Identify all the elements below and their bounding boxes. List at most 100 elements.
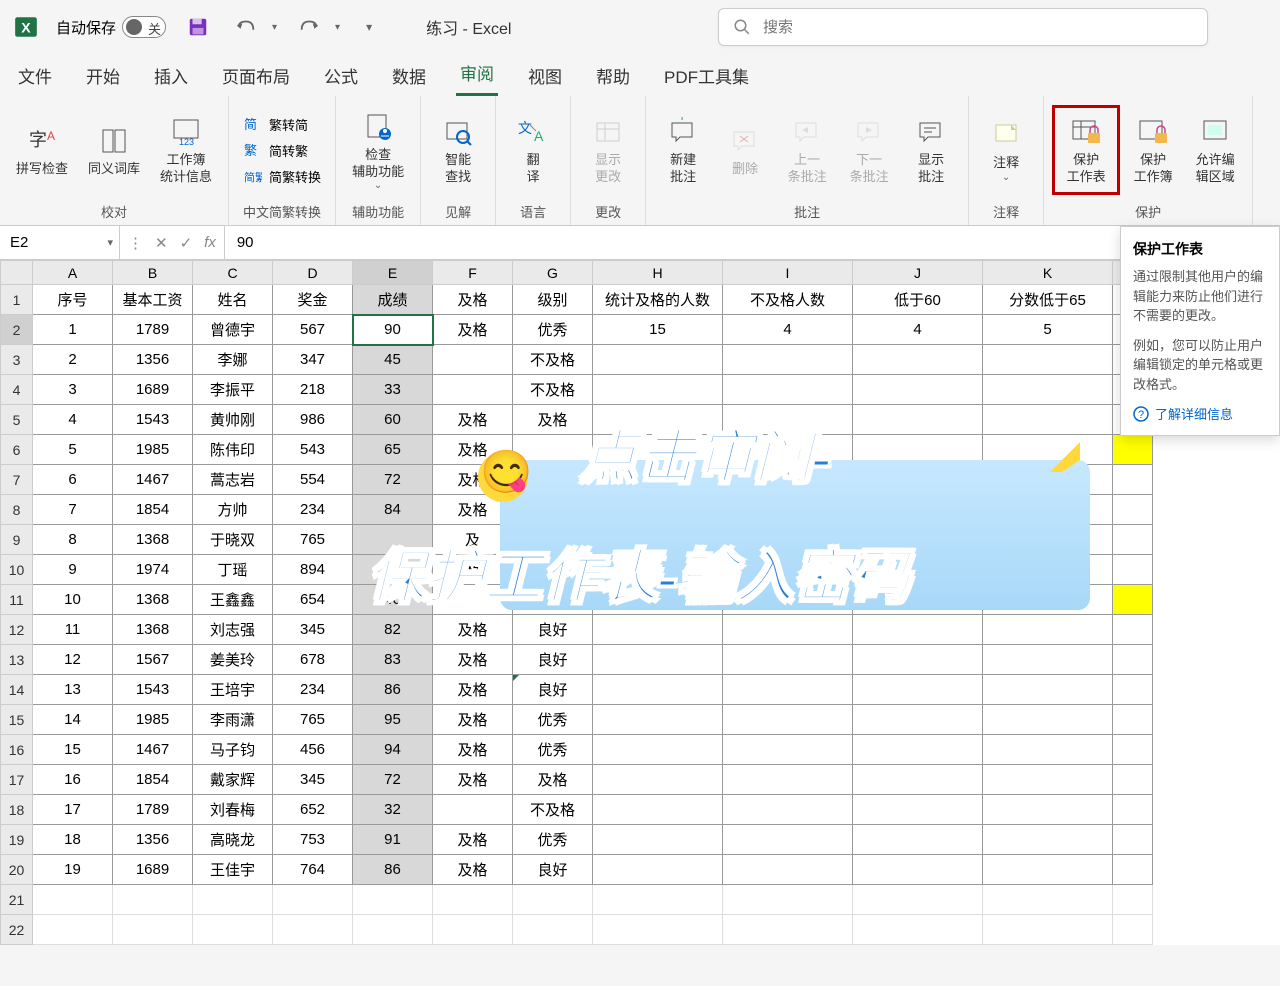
cell[interactable] xyxy=(433,795,513,825)
smart-lookup-button[interactable]: 智能 查找 xyxy=(429,110,487,190)
cell[interactable] xyxy=(853,345,983,375)
cell[interactable] xyxy=(983,765,1113,795)
tab-帮助[interactable]: 帮助 xyxy=(592,55,634,96)
cell[interactable]: 及格 xyxy=(433,675,513,705)
cell[interactable]: 不及格 xyxy=(513,795,593,825)
notes-button[interactable]: 注释⌄ xyxy=(977,113,1035,187)
cell[interactable]: 90 xyxy=(353,315,433,345)
column-header[interactable]: E xyxy=(353,261,433,285)
column-header[interactable]: I xyxy=(723,261,853,285)
search-input[interactable] xyxy=(763,19,1193,36)
header-cell[interactable]: 统计及格的人数 xyxy=(593,285,723,315)
cell[interactable]: 91 xyxy=(353,825,433,855)
cell[interactable]: 234 xyxy=(273,495,353,525)
header-cell[interactable]: 及格 xyxy=(433,285,513,315)
cell[interactable]: 17 xyxy=(33,795,113,825)
cell[interactable] xyxy=(593,615,723,645)
cell[interactable]: 1543 xyxy=(113,675,193,705)
cell[interactable] xyxy=(593,855,723,885)
cell[interactable] xyxy=(853,615,983,645)
cell[interactable]: 刘志强 xyxy=(193,615,273,645)
cell[interactable]: 不及格 xyxy=(513,375,593,405)
cell[interactable]: 良好 xyxy=(513,675,593,705)
cell[interactable] xyxy=(983,735,1113,765)
cell[interactable] xyxy=(593,675,723,705)
dropdown-icon[interactable]: ⋮ xyxy=(128,234,143,252)
cell[interactable]: 良好 xyxy=(513,855,593,885)
cell[interactable] xyxy=(593,795,723,825)
cell[interactable] xyxy=(593,375,723,405)
row-header[interactable]: 5 xyxy=(1,405,33,435)
cell[interactable]: 1356 xyxy=(113,345,193,375)
cell[interactable]: 456 xyxy=(273,735,353,765)
cell[interactable]: 11 xyxy=(33,615,113,645)
cell[interactable]: 765 xyxy=(273,705,353,735)
cell[interactable]: 1368 xyxy=(113,525,193,555)
cell[interactable]: 及格 xyxy=(433,615,513,645)
show-changes-button[interactable]: 显示 更改 xyxy=(579,110,637,190)
cell[interactable]: 5 xyxy=(983,315,1113,345)
cell[interactable]: 良好 xyxy=(513,615,593,645)
prev-comment-button[interactable]: 上一 条批注 xyxy=(778,110,836,190)
cell[interactable] xyxy=(723,345,853,375)
cell[interactable]: 1368 xyxy=(113,585,193,615)
cell[interactable]: 652 xyxy=(273,795,353,825)
cell[interactable]: 234 xyxy=(273,675,353,705)
cell[interactable] xyxy=(983,675,1113,705)
column-header[interactable]: G xyxy=(513,261,593,285)
spreadsheet-grid[interactable]: ABCDEFGHIJK1序号基本工资姓名奖金成绩及格级别统计及格的人数不及格人数… xyxy=(0,260,1280,945)
cell[interactable]: 丁瑶 xyxy=(193,555,273,585)
column-header[interactable]: C xyxy=(193,261,273,285)
header-cell[interactable]: 不及格人数 xyxy=(723,285,853,315)
accessibility-check-button[interactable]: 检查 辅助功能⌄ xyxy=(344,105,412,196)
cell[interactable] xyxy=(983,795,1113,825)
header-cell[interactable]: 低于60 xyxy=(853,285,983,315)
cell[interactable] xyxy=(433,375,513,405)
new-comment-button[interactable]: +新建 批注 xyxy=(654,110,712,190)
name-box[interactable]: E2▾ xyxy=(0,226,120,259)
header-cell[interactable]: 奖金 xyxy=(273,285,353,315)
cell[interactable] xyxy=(723,375,853,405)
tab-页面布局[interactable]: 页面布局 xyxy=(218,55,294,96)
cell[interactable] xyxy=(983,705,1113,735)
cell[interactable]: 1689 xyxy=(113,375,193,405)
header-cell[interactable]: 基本工资 xyxy=(113,285,193,315)
cell[interactable]: 347 xyxy=(273,345,353,375)
cell[interactable] xyxy=(983,645,1113,675)
cell[interactable]: 4 xyxy=(723,315,853,345)
cell[interactable]: 86 xyxy=(353,855,433,885)
tab-视图[interactable]: 视图 xyxy=(524,55,566,96)
allow-edit-ranges-button[interactable]: 允许编 辑区域 xyxy=(1186,110,1244,190)
cell[interactable]: 567 xyxy=(273,315,353,345)
cell[interactable]: 及格 xyxy=(433,405,513,435)
cell[interactable] xyxy=(593,825,723,855)
cell[interactable]: 李雨潇 xyxy=(193,705,273,735)
cell[interactable]: 黄帅刚 xyxy=(193,405,273,435)
search-box[interactable] xyxy=(718,8,1208,46)
column-header[interactable]: F xyxy=(433,261,513,285)
fx-icon[interactable]: fx xyxy=(204,234,216,251)
cell[interactable] xyxy=(723,765,853,795)
cell[interactable]: 12 xyxy=(33,645,113,675)
cell[interactable]: 4 xyxy=(33,405,113,435)
row-header[interactable]: 2 xyxy=(1,315,33,345)
cell[interactable] xyxy=(723,615,853,645)
cell[interactable]: 曾德宇 xyxy=(193,315,273,345)
undo-button[interactable] xyxy=(230,13,262,41)
row-header[interactable]: 17 xyxy=(1,765,33,795)
cell[interactable]: 7 xyxy=(33,495,113,525)
cell[interactable]: 1368 xyxy=(113,615,193,645)
cell[interactable]: 19 xyxy=(33,855,113,885)
cell[interactable]: 16 xyxy=(33,765,113,795)
cell[interactable]: 不及格 xyxy=(513,345,593,375)
header-cell[interactable]: 姓名 xyxy=(193,285,273,315)
cell[interactable]: 2 xyxy=(33,345,113,375)
cell[interactable]: 94 xyxy=(353,735,433,765)
row-header[interactable]: 10 xyxy=(1,555,33,585)
cell[interactable]: 1789 xyxy=(113,795,193,825)
row-header[interactable]: 18 xyxy=(1,795,33,825)
cell[interactable]: 345 xyxy=(273,765,353,795)
cell[interactable] xyxy=(723,645,853,675)
tab-插入[interactable]: 插入 xyxy=(150,55,192,96)
cell[interactable]: 1985 xyxy=(113,435,193,465)
